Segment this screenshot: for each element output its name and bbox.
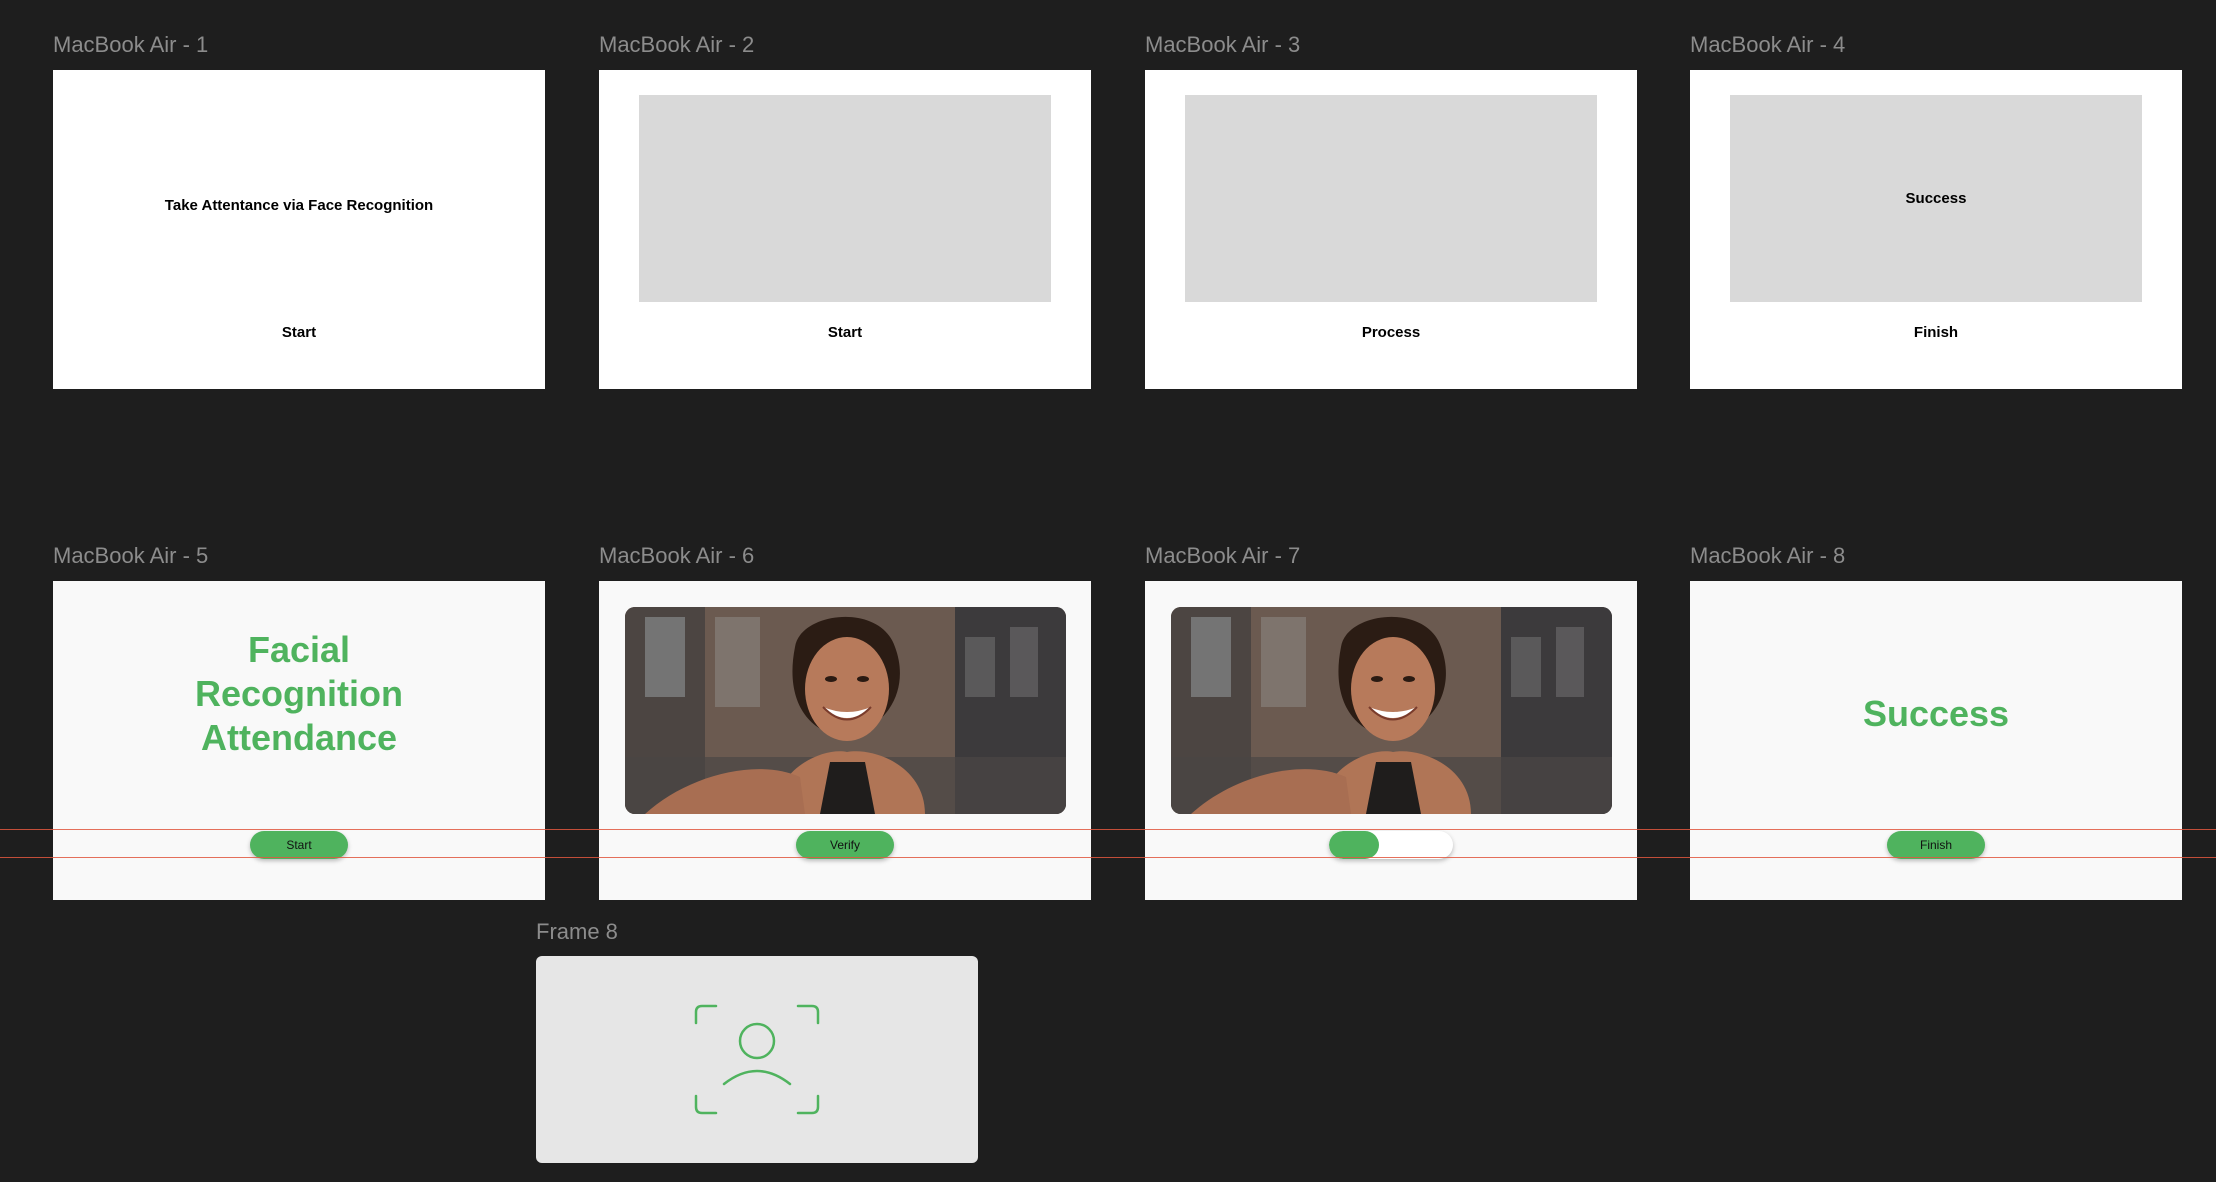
frame-label-frame-8[interactable]: Frame 8 xyxy=(536,919,618,945)
guide-line-bottom xyxy=(0,857,2216,858)
frame-label-8[interactable]: MacBook Air - 8 xyxy=(1690,543,1845,569)
finish-button[interactable]: Finish xyxy=(1887,831,1985,859)
progress-fill xyxy=(1329,831,1379,859)
frame-label-5[interactable]: MacBook Air - 5 xyxy=(53,543,208,569)
frame-label-7[interactable]: MacBook Air - 7 xyxy=(1145,543,1300,569)
title-line-recognition: Recognition xyxy=(195,673,403,714)
frame-macbook-air-6[interactable]: Verify xyxy=(599,581,1091,900)
title-line-attendance: Attendance xyxy=(200,717,398,758)
start-label: Start xyxy=(827,324,863,341)
progress-track[interactable] xyxy=(1329,831,1453,859)
process-label: Process xyxy=(1361,324,1421,341)
frame-macbook-air-3[interactable]: Process xyxy=(1145,70,1637,389)
start-label: Start xyxy=(281,324,317,341)
selfie-illustration xyxy=(1171,607,1612,814)
frame-macbook-air-2[interactable]: Start xyxy=(599,70,1091,389)
guide-line-top xyxy=(0,829,2216,830)
success-title: Success xyxy=(1862,693,2010,734)
camera-placeholder: Success xyxy=(1730,95,2142,302)
frame-8[interactable] xyxy=(536,956,978,1163)
selfie-photo xyxy=(625,607,1066,814)
frame-label-2[interactable]: MacBook Air - 2 xyxy=(599,32,754,58)
title-line-facial: Facial xyxy=(247,629,351,670)
verify-button[interactable]: Verify xyxy=(796,831,894,859)
frame-heading: Take Attentance via Face Recognition xyxy=(164,197,434,214)
frame-macbook-air-7[interactable] xyxy=(1145,581,1637,900)
face-id-icon xyxy=(694,1004,820,1115)
frame-label-3[interactable]: MacBook Air - 3 xyxy=(1145,32,1300,58)
camera-placeholder xyxy=(1185,95,1597,302)
camera-placeholder xyxy=(639,95,1051,302)
frame-label-1[interactable]: MacBook Air - 1 xyxy=(53,32,208,58)
frame-label-6[interactable]: MacBook Air - 6 xyxy=(599,543,754,569)
finish-label: Finish xyxy=(1913,324,1959,341)
frame-label-4[interactable]: MacBook Air - 4 xyxy=(1690,32,1845,58)
success-text: Success xyxy=(1905,190,1967,207)
selfie-photo xyxy=(1171,607,1612,814)
selfie-illustration xyxy=(625,607,1066,814)
frame-macbook-air-4[interactable]: Success Finish xyxy=(1690,70,2182,389)
start-button[interactable]: Start xyxy=(250,831,348,859)
frame-macbook-air-8[interactable]: Success Finish xyxy=(1690,581,2182,900)
frame-macbook-air-1[interactable]: Take Attentance via Face Recognition Sta… xyxy=(53,70,545,389)
frame-macbook-air-5[interactable]: Facial Recognition Attendance Start xyxy=(53,581,545,900)
